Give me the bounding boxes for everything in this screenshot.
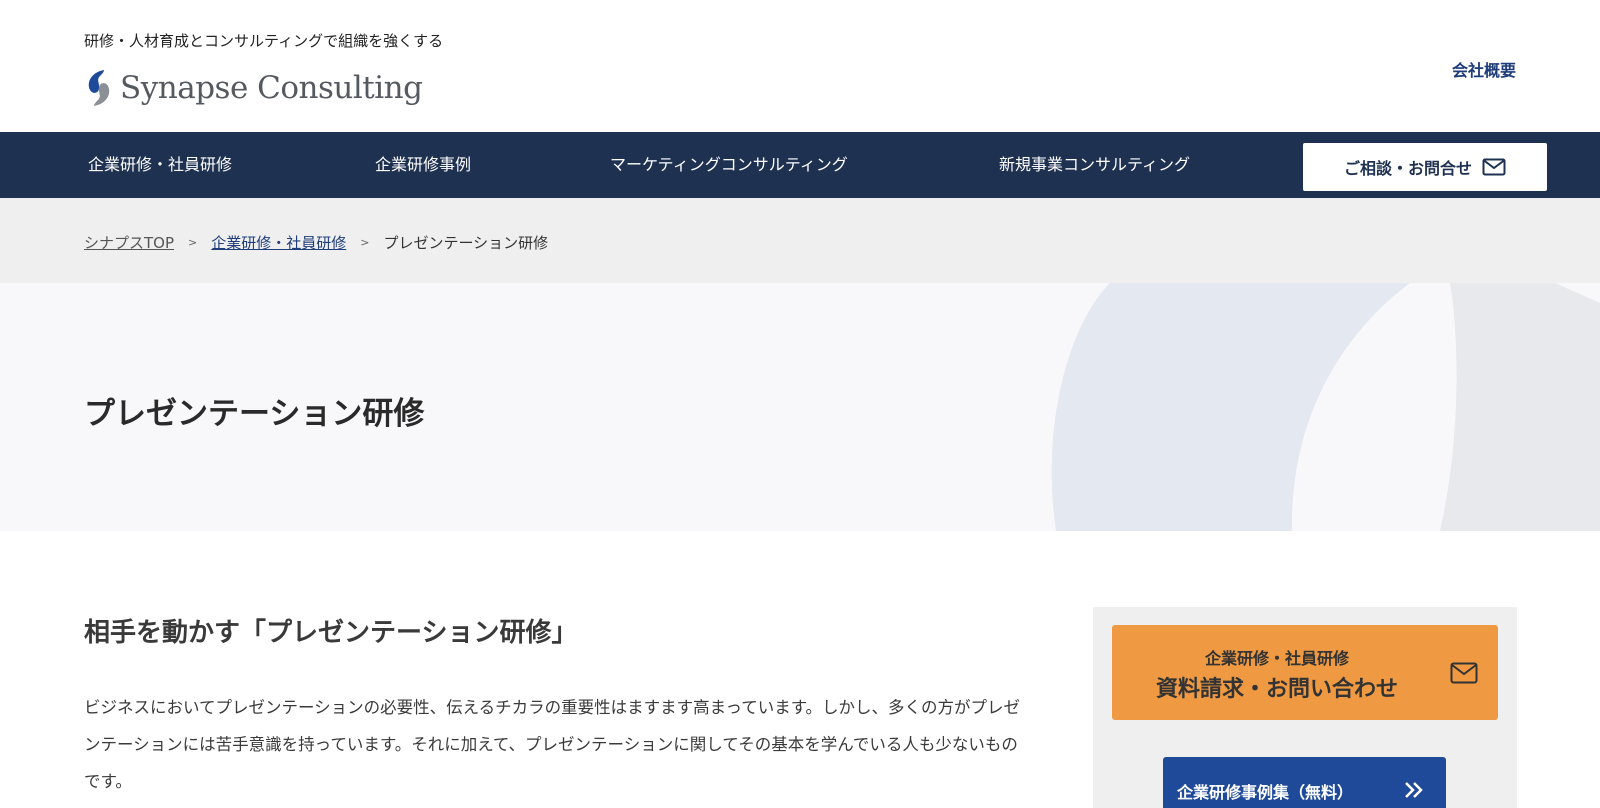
mail-icon: [1450, 662, 1478, 684]
section-title: 相手を動かす「プレゼンテーション研修」: [84, 618, 578, 648]
case-studies-button[interactable]: 企業研修事例集（無料）: [1163, 757, 1446, 808]
contact-button[interactable]: ご相談・お問合せ: [1303, 143, 1547, 191]
breadcrumb-current: プレゼンテーション研修: [383, 234, 549, 252]
company-overview-link[interactable]: 会社概要: [1452, 57, 1516, 81]
mail-icon: [1482, 158, 1506, 176]
breadcrumb-separator: >: [188, 236, 198, 249]
nav-item-marketing-consulting[interactable]: マーケティングコンサルティング: [610, 132, 848, 198]
contact-button-label: ご相談・お問合せ: [1343, 159, 1472, 178]
breadcrumb: シナプスTOP > 企業研修・社員研修 > プレゼンテーション研修: [0, 198, 1600, 283]
page-title: プレゼンテーション研修: [84, 396, 425, 432]
site-header: 研修・人材育成とコンサルティングで組織を強くする Synapse Consult…: [0, 0, 1600, 132]
logo-mark-icon: [88, 70, 110, 106]
nav-item-new-business-consulting[interactable]: 新規事業コンサルティング: [999, 132, 1190, 198]
page-hero: プレゼンテーション研修: [0, 283, 1600, 531]
nav-item-corporate-training[interactable]: 企業研修・社員研修: [88, 132, 232, 198]
intro-paragraph: ビジネスにおいてプレゼンテーションの必要性、伝えるチカラの重要性はますます高まっ…: [84, 698, 1021, 791]
nav-item-training-cases[interactable]: 企業研修事例: [375, 132, 471, 198]
document-request-main-label: 資料請求・お問い合わせ: [1155, 677, 1398, 702]
case-studies-label: 企業研修事例集（無料）: [1177, 783, 1354, 802]
double-chevron-right-icon: [1405, 782, 1423, 798]
site-logo[interactable]: Synapse Consulting: [84, 66, 423, 110]
document-request-button[interactable]: 企業研修・社員研修 資料請求・お問い合わせ: [1112, 625, 1498, 720]
breadcrumb-parent-link[interactable]: 企業研修・社員研修: [211, 232, 346, 253]
logo-text: Synapse Consulting: [120, 70, 423, 106]
breadcrumb-separator: >: [360, 236, 370, 249]
breadcrumb-home-link[interactable]: シナプスTOP: [84, 232, 174, 253]
sidebar: 企業研修・社員研修 資料請求・お問い合わせ 企業研修事例集（無料）: [1093, 607, 1517, 808]
document-request-sub-label: 企業研修・社員研修: [1204, 649, 1349, 668]
site-tagline: 研修・人材育成とコンサルティングで組織を強くする: [84, 32, 444, 50]
main-nav: 企業研修・社員研修 企業研修事例 マーケティングコンサルティング 新規事業コンサ…: [0, 132, 1600, 198]
